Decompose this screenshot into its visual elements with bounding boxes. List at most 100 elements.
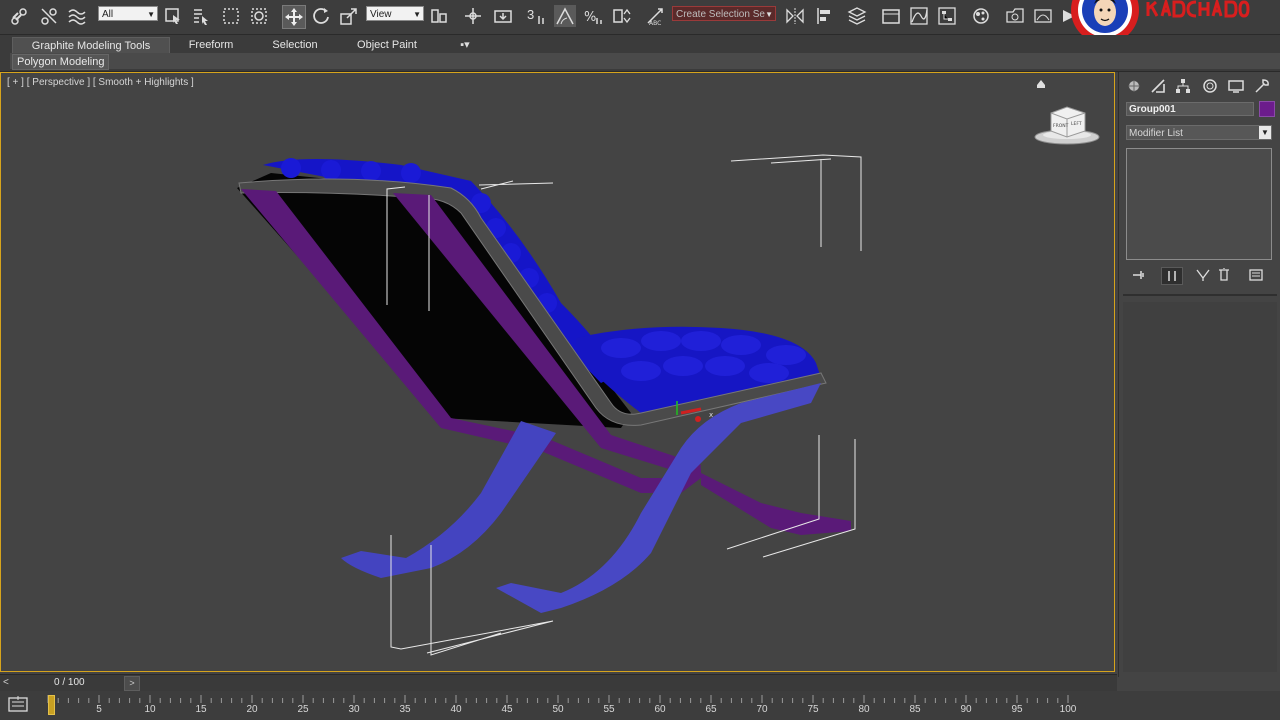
timeline-tick-label: 70 — [756, 704, 768, 715]
create-icon[interactable] — [1123, 76, 1145, 96]
object-name-field[interactable]: Group001 — [1126, 102, 1254, 116]
schematic-view-icon[interactable] — [936, 5, 958, 27]
named-selection-sets-dropdown[interactable]: Create Selection Se ▼ — [672, 6, 776, 21]
svg-text:x: x — [709, 411, 713, 419]
timeline-tick-label: 95 — [1011, 704, 1023, 715]
remove-modifier-icon[interactable] — [1214, 267, 1234, 283]
chevron-down-icon: ▼ — [1259, 126, 1271, 139]
ribbon: Graphite Modeling Tools Freeform Selecti… — [0, 35, 1280, 72]
align-icon[interactable] — [814, 5, 836, 27]
reference-coord-dropdown[interactable]: View ▼ — [366, 6, 424, 21]
chevron-down-icon: ▼ — [765, 10, 773, 19]
tab-graphite-modeling-tools[interactable]: Graphite Modeling Tools — [12, 37, 170, 54]
angle-snap-icon[interactable] — [554, 5, 576, 27]
layer-manager-icon[interactable] — [846, 5, 868, 27]
move-icon[interactable] — [282, 5, 306, 29]
display-icon[interactable] — [1225, 76, 1247, 96]
make-unique-icon[interactable] — [1193, 267, 1213, 283]
panel-divider — [1123, 294, 1277, 296]
selection-filter-value: All — [102, 9, 114, 20]
chevron-down-icon: ▼ — [147, 10, 155, 19]
pin-stack-icon[interactable] — [1129, 267, 1149, 283]
ribbon-options-icon[interactable]: ▪▾ — [452, 37, 478, 53]
hierarchy-icon[interactable] — [1172, 76, 1194, 96]
tab-freeform[interactable]: Freeform — [180, 37, 242, 53]
time-slider-next[interactable]: > — [124, 676, 140, 691]
svg-text:ABC: ABC — [649, 20, 661, 26]
render-setup-icon[interactable] — [1004, 5, 1026, 27]
object-color-swatch[interactable] — [1259, 101, 1275, 117]
window-crossing-icon[interactable] — [248, 5, 270, 27]
pivot-icon[interactable] — [428, 5, 450, 27]
material-editor-icon[interactable] — [970, 5, 992, 27]
timeline-tick-label: 25 — [297, 704, 309, 715]
timeline-ruler[interactable]: 5 10 15 20 25 30 35 40 45 50 55 60 65 70 75 80 85 90 95 100 — [40, 691, 1080, 720]
manipulate-icon[interactable] — [462, 5, 484, 27]
parameters-rollout-area — [1123, 302, 1277, 672]
timeline-tick-label: 35 — [399, 704, 411, 715]
time-slider-prev[interactable]: < — [3, 677, 13, 689]
current-frame-marker[interactable] — [48, 695, 55, 715]
timeline-tick-label: 50 — [552, 704, 564, 715]
motion-icon[interactable] — [1199, 76, 1221, 96]
svg-text:LEFT: LEFT — [1071, 121, 1082, 127]
ribbon-panel: Polygon Modeling — [10, 53, 1280, 70]
perspective-viewport[interactable]: [ + ] [ Perspective ] [ Smooth + Highlig… — [0, 72, 1115, 708]
viewcube-icon: FRONT LEFT — [1034, 106, 1100, 145]
link-icon[interactable] — [8, 5, 30, 27]
timeline-tick-label: 40 — [450, 704, 462, 715]
rect-region-icon[interactable] — [220, 5, 242, 27]
chevron-down-icon: ▼ — [413, 10, 421, 19]
modifier-stack[interactable] — [1126, 148, 1272, 260]
svg-text:FRONT: FRONT — [1053, 123, 1069, 129]
utilities-icon[interactable] — [1251, 76, 1273, 96]
modifier-list-dropdown[interactable]: Modifier List ▼ — [1126, 125, 1272, 140]
selection-filter-dropdown[interactable]: All ▼ — [98, 6, 158, 21]
track-bar[interactable]: 5 10 15 20 25 30 35 40 45 50 55 60 65 70 75 80 85 90 95 100 — [0, 691, 1280, 720]
snap-icon[interactable] — [534, 5, 556, 27]
edit-named-selection-icon[interactable]: ABC — [644, 5, 666, 27]
rendered-frame-icon[interactable] — [1032, 5, 1054, 27]
mirror-icon[interactable] — [784, 5, 806, 27]
timeline-tick-label: 15 — [195, 704, 207, 715]
channel-logo — [1068, 0, 1280, 36]
modify-icon[interactable] — [1147, 76, 1169, 96]
scale-icon[interactable] — [338, 5, 360, 27]
curve-editor-icon[interactable] — [908, 5, 930, 27]
unlink-icon[interactable] — [38, 5, 60, 27]
timeline-tick-label: 30 — [348, 704, 360, 715]
timeline-tick-label: 60 — [654, 704, 666, 715]
chair-model-scene[interactable]: x FRONT LEFT — [1, 73, 1114, 671]
configure-modifier-sets-icon[interactable] — [1246, 267, 1266, 283]
graphite-toggle-icon[interactable] — [880, 5, 902, 27]
timeline-tick-label: 5 — [96, 704, 102, 715]
command-panel: Group001 Modifier List ▼ — [1118, 72, 1280, 677]
timeline-tick-label: 80 — [858, 704, 870, 715]
viewcube-home-icon — [1037, 80, 1045, 88]
rotate-icon[interactable] — [310, 5, 332, 27]
timeline-tick-label: 55 — [603, 704, 615, 715]
modifier-list-label: Modifier List — [1129, 128, 1183, 139]
timeline-tick-label: 45 — [501, 704, 513, 715]
tab-selection[interactable]: Selection — [264, 37, 326, 53]
bind-space-warp-icon[interactable] — [66, 5, 88, 27]
timeline-tick-label: 10 — [144, 704, 156, 715]
time-slider[interactable]: < 0 / 100 > — [0, 674, 1117, 691]
select-object-icon[interactable] — [162, 5, 184, 27]
select-by-name-icon[interactable] — [190, 5, 212, 27]
track-bar-menu-icon[interactable] — [8, 694, 28, 714]
named-selection-placeholder: Create Selection Se — [676, 9, 765, 20]
tab-object-paint[interactable]: Object Paint — [350, 37, 424, 53]
svg-text:%: % — [584, 10, 596, 25]
spinner-snap-icon[interactable] — [610, 5, 632, 27]
percent-snap-icon[interactable]: % — [582, 5, 604, 27]
timeline-tick-label: 90 — [960, 704, 972, 715]
show-end-result-icon[interactable] — [1161, 267, 1183, 285]
timeline-tick-label: 65 — [705, 704, 717, 715]
timeline-tick-label: 20 — [246, 704, 258, 715]
timeline-tick-label: 75 — [807, 704, 819, 715]
timeline-tick-label: 100 — [1060, 704, 1077, 715]
polygon-modeling-panel[interactable]: Polygon Modeling — [12, 54, 110, 70]
keyboard-shortcut-icon[interactable] — [492, 5, 514, 27]
reference-coord-value: View — [370, 9, 392, 20]
